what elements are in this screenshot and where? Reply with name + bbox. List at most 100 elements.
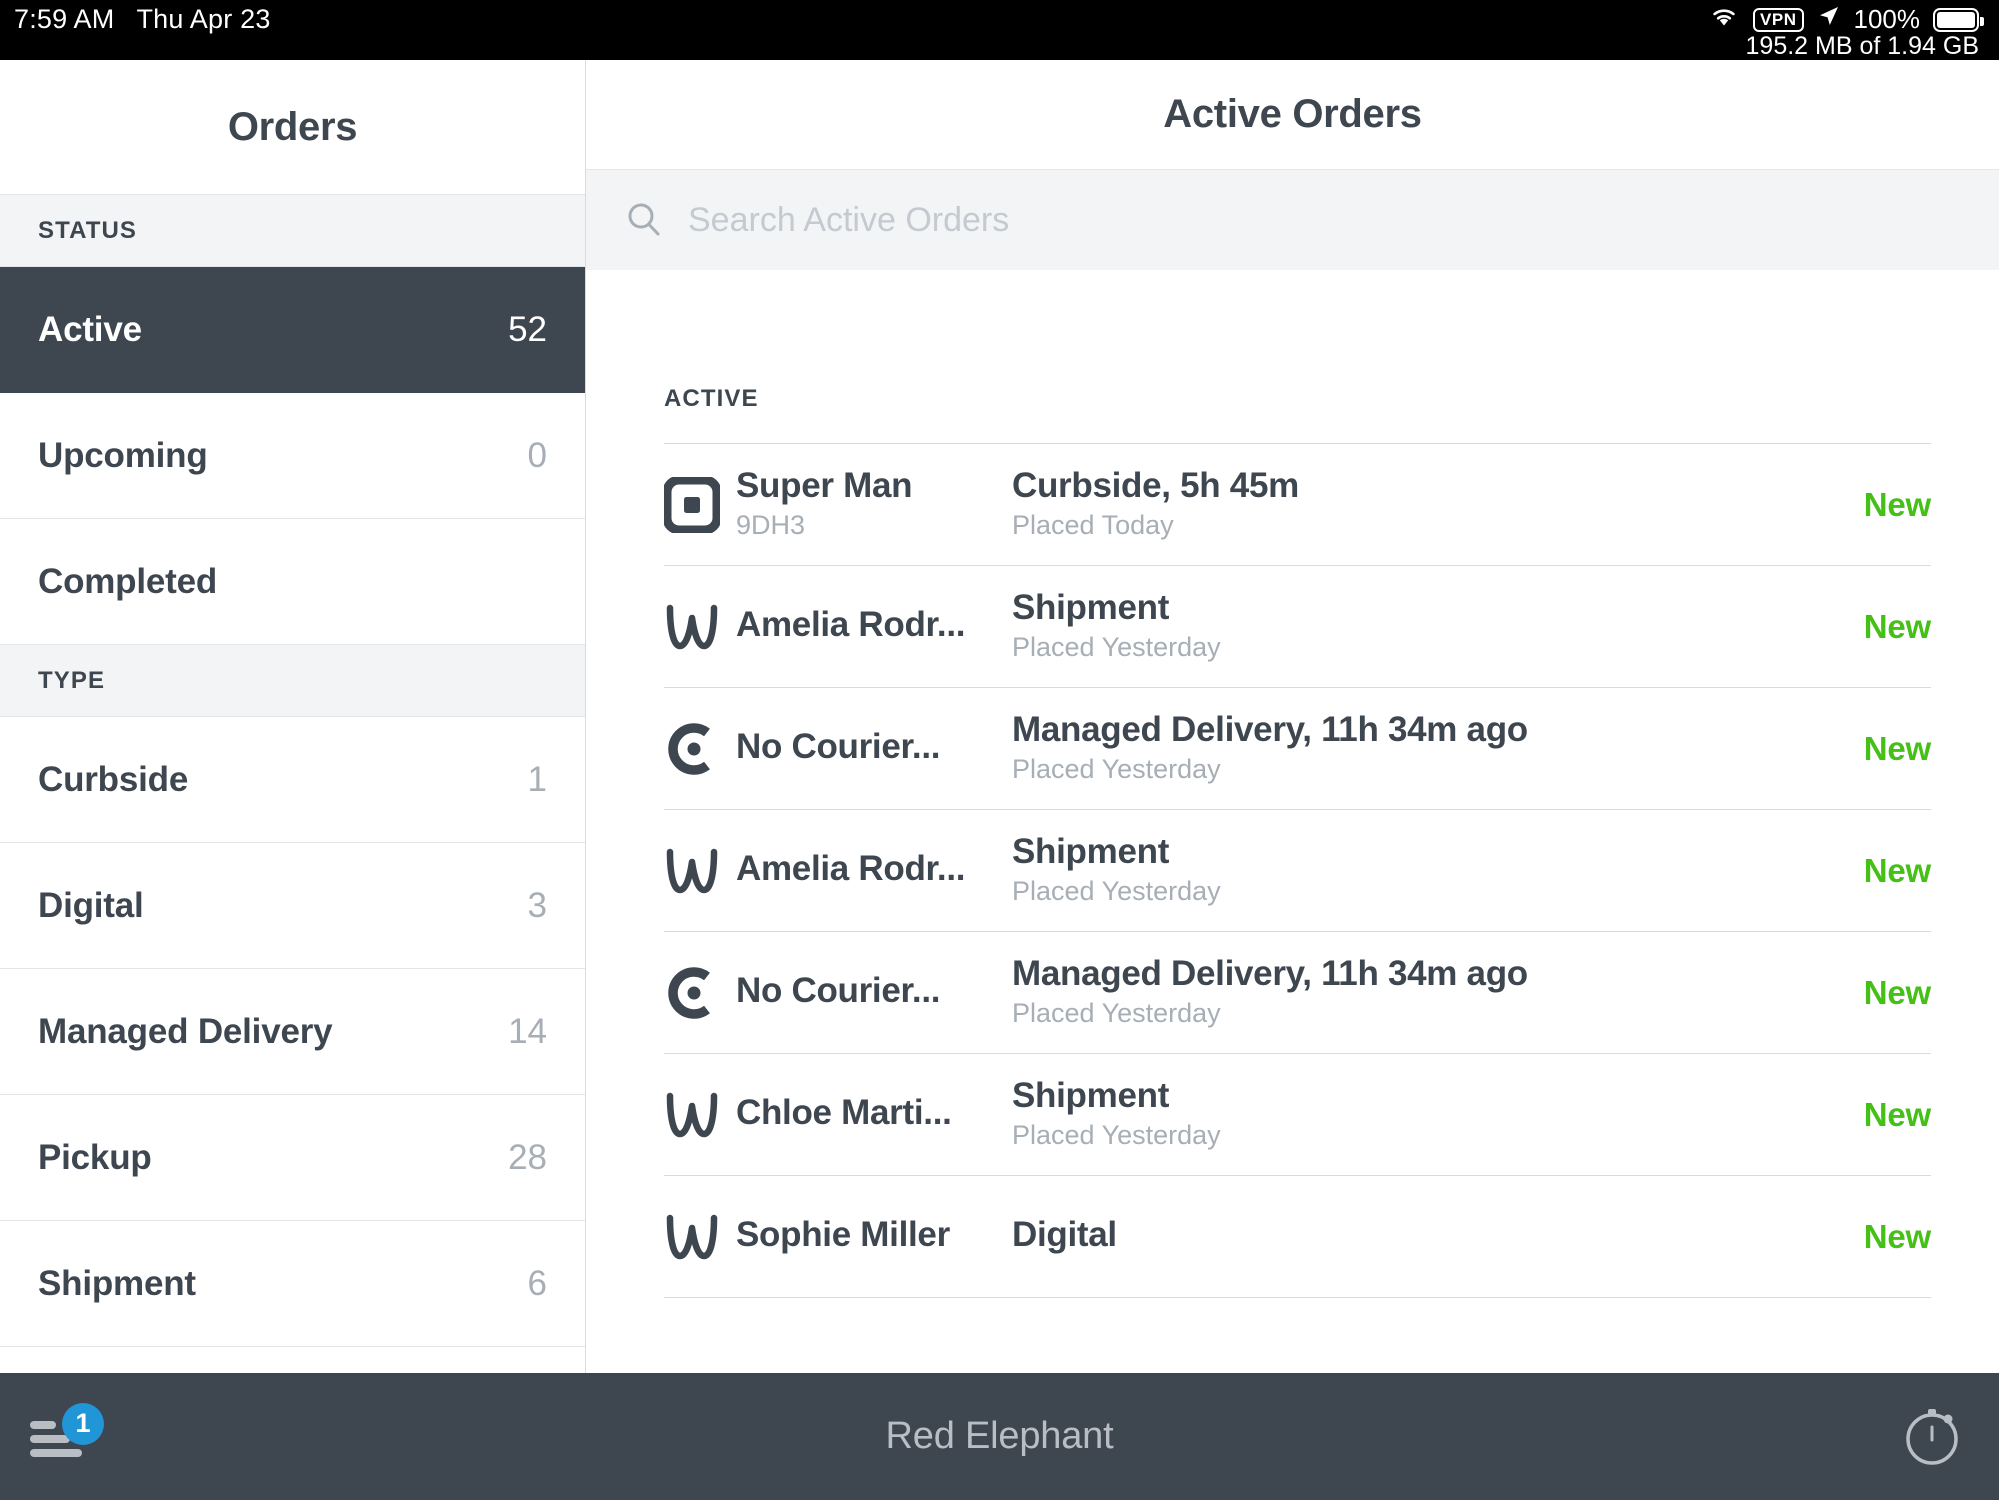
sidebar-item-upcoming[interactable]: Upcoming 0 [0, 393, 585, 519]
main-title: Active Orders [1163, 92, 1422, 136]
order-customer: No Courier... [726, 971, 1006, 1013]
order-customer-name: Sophie Miller [736, 1215, 950, 1255]
status-badge: New [1863, 607, 1931, 645]
caviar-logo-icon [664, 966, 726, 1020]
storage-indicator: 195.2 MB of 1.94 GB [1745, 32, 1979, 60]
sidebar-item-pickup[interactable]: Pickup 28 [0, 1095, 585, 1221]
sidebar-item-count: 0 [527, 435, 547, 475]
status-bar-right: VPN 100% [1708, 4, 1984, 35]
sidebar-item-completed[interactable]: Completed [0, 519, 585, 645]
search-input[interactable] [688, 200, 1588, 240]
order-customer: Super Man 9DH3 [726, 466, 1006, 543]
order-id: 9DH3 [736, 510, 806, 541]
order-fulfillment: Digital [1012, 1215, 1117, 1255]
order-row[interactable]: Super Man 9DH3 Curbside, 5h 45m Placed Toda… [664, 444, 1931, 566]
order-placed-time: Placed Today [1012, 510, 1174, 541]
sidebar-item-count: 3 [527, 885, 547, 925]
sidebar-header: Orders [0, 60, 585, 195]
sidebar-item-count: 28 [508, 1137, 547, 1177]
sidebar-item-digital[interactable]: Digital 3 [0, 843, 585, 969]
order-placed-time: Placed Yesterday [1012, 998, 1221, 1029]
search-icon [624, 200, 664, 240]
order-detail: Shipment Placed Yesterday [1006, 832, 1781, 909]
caviar-logo-icon [664, 722, 726, 776]
sidebar-item-curbside[interactable]: Curbside 1 [0, 717, 585, 843]
orders-list-area: ACTIVE Super Man 9DH3 Curbside, 5h 45m Plac… [586, 271, 1999, 1373]
main-header: Active Orders [586, 60, 1999, 170]
status-badge: New [1863, 485, 1931, 523]
status-bar: 7:59 AM Thu Apr 23 VPN 100% 195.2 MB of … [0, 0, 1999, 60]
order-fulfillment: Shipment [1012, 831, 1170, 871]
weebly-logo-icon [664, 1090, 726, 1140]
location-arrow-icon [1817, 4, 1841, 35]
order-customer-name: No Courier... [736, 727, 941, 767]
menu-badge-count: 1 [62, 1402, 104, 1445]
order-detail: Managed Delivery, 11h 34m ago Placed Yest… [1006, 954, 1781, 1031]
sidebar-item-count: 14 [508, 1011, 547, 1051]
sidebar-item-managed-delivery[interactable]: Managed Delivery 14 [0, 969, 585, 1095]
order-customer: No Courier... [726, 727, 1006, 769]
sidebar-item-shipment[interactable]: Shipment 6 [0, 1221, 585, 1347]
page-title: Orders [227, 104, 358, 149]
order-fulfillment: Managed Delivery, 11h 34m ago [1012, 953, 1528, 993]
sidebar-item-label: Completed [38, 561, 218, 601]
status-time: 7:59 AM [14, 4, 115, 34]
list-menu-icon[interactable]: 1 [26, 1402, 106, 1471]
bottom-bar: 1 Red Elephant [0, 1373, 1999, 1500]
wifi-icon [1708, 4, 1740, 35]
sidebar-item-label: Upcoming [38, 435, 208, 475]
sidebar-item-active[interactable]: Active 52 [0, 267, 585, 393]
status-badge: New [1863, 1095, 1931, 1133]
order-fulfillment: Managed Delivery, 11h 34m ago [1012, 709, 1528, 749]
status-date: Thu Apr 23 [136, 4, 271, 34]
stopwatch-icon[interactable] [1899, 1399, 1965, 1474]
weebly-logo-icon [664, 846, 726, 896]
status-badge: New [1863, 729, 1931, 767]
sidebar-item-label: Shipment [38, 1263, 196, 1303]
order-row[interactable]: Chloe Marti... Shipment Placed Yesterday Ne… [664, 1054, 1931, 1176]
sidebar-item-label: Curbside [38, 759, 189, 799]
search-bar[interactable] [586, 170, 1999, 270]
order-detail: Digital [1006, 1215, 1781, 1257]
order-row[interactable]: No Courier... Managed Delivery, 11h 34m a… [664, 688, 1931, 810]
list-group-label: ACTIVE [664, 385, 759, 412]
sidebar: Orders STATUS Active 52 Upcoming 0 Completed T… [0, 60, 586, 1373]
order-row[interactable]: No Courier... Managed Delivery, 11h 34m a… [664, 932, 1931, 1054]
order-customer-name: Amelia Rodr... [736, 849, 966, 889]
order-row[interactable]: Amelia Rodr... Shipment Placed Yesterday Ne… [664, 810, 1931, 932]
order-customer-name: Amelia Rodr... [736, 605, 966, 645]
sidebar-item-count: 52 [508, 309, 547, 349]
battery-percent: 100% [1853, 4, 1921, 34]
sidebar-item-label: Active [38, 309, 142, 349]
order-row[interactable]: Sophie Miller Digital New [664, 1176, 1931, 1298]
order-fulfillment: Shipment [1012, 1075, 1170, 1115]
vpn-badge: VPN [1753, 7, 1804, 32]
bottom-bar-left[interactable]: 1 [26, 1402, 106, 1471]
weebly-logo-icon [664, 602, 726, 652]
order-detail: Shipment Placed Yesterday [1006, 588, 1781, 665]
order-customer: Sophie Miller [726, 1215, 1006, 1257]
order-fulfillment: Curbside, 5h 45m [1012, 465, 1299, 505]
bottom-bar-right[interactable] [1899, 1399, 1965, 1474]
square-logo-icon [664, 476, 726, 533]
status-badge: New [1863, 851, 1931, 889]
weebly-logo-icon [664, 1212, 726, 1262]
status-badge: New [1863, 1217, 1931, 1255]
merchant-name: Red Elephant [885, 1415, 1114, 1457]
sidebar-item-label: Managed Delivery [38, 1011, 333, 1051]
order-detail: Shipment Placed Yesterday [1006, 1076, 1781, 1153]
order-placed-time: Placed Yesterday [1012, 876, 1221, 907]
sidebar-item-count: 1 [527, 759, 547, 799]
order-row[interactable]: Amelia Rodr... Shipment Placed Yesterday Ne… [664, 566, 1931, 688]
sidebar-sections: STATUS Active 52 Upcoming 0 Completed TYPE Curb… [0, 195, 585, 1347]
app-body: Orders STATUS Active 52 Upcoming 0 Completed T… [0, 60, 1999, 1373]
status-bar-left: 7:59 AM Thu Apr 23 [14, 4, 271, 35]
order-detail: Curbside, 5h 45m Placed Today [1006, 466, 1781, 543]
order-placed-time: Placed Yesterday [1012, 1120, 1221, 1151]
order-customer-name: Super Man [736, 465, 913, 505]
status-badge: New [1863, 973, 1931, 1011]
orders-list: Super Man 9DH3 Curbside, 5h 45m Placed Toda… [664, 443, 1931, 1298]
sidebar-section-header: TYPE [0, 645, 585, 717]
main-panel: Active Orders ACTIVE Super Man 9DH3 Curbsi… [586, 60, 1999, 1373]
order-customer: Chloe Marti... [726, 1093, 1006, 1135]
